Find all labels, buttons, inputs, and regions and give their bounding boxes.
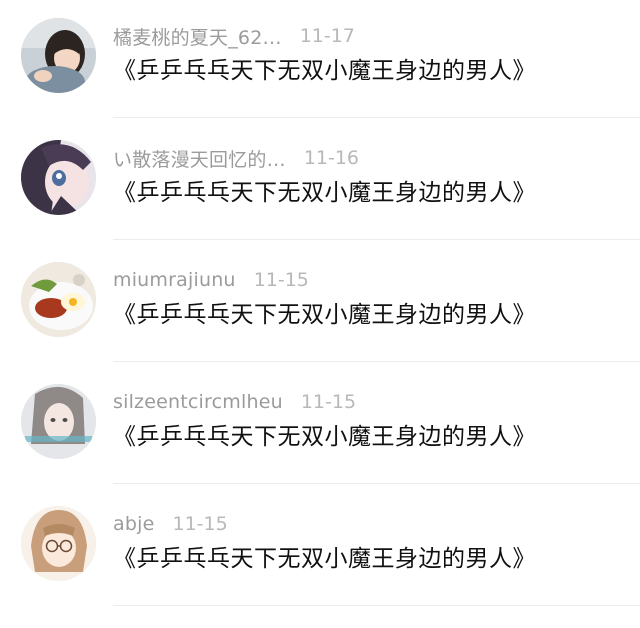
comment-meta: silzeentcircmlheu 11-15 (113, 388, 356, 416)
timestamp: 11-16 (303, 147, 360, 169)
username[interactable]: silzeentcircmlheu (113, 391, 283, 413)
username[interactable]: 橘麦桃的夏天_62… (113, 23, 282, 50)
timestamp: 11-15 (253, 269, 309, 291)
comment-item[interactable]: miumrajiunu 11-15 《乒乒乓乓天下无双小魔王身边的男人》 (0, 262, 640, 384)
comment-meta: 橘麦桃的夏天_62… 11-17 (113, 22, 355, 50)
comment-list: 橘麦桃的夏天_62… 11-17 《乒乒乓乓天下无双小魔王身边的男人》 い散落漫… (0, 0, 640, 625)
divider (113, 605, 640, 606)
cartoon-girl-glasses-avatar-icon[interactable] (21, 506, 96, 581)
food-plate-avatar-icon[interactable] (21, 262, 96, 337)
timestamp: 11-15 (300, 391, 357, 413)
username[interactable]: miumrajiunu (113, 269, 236, 291)
comment-text: 《乒乒乓乓天下无双小魔王身边的男人》 (113, 302, 536, 328)
comment-text: 《乒乒乓乓天下无双小魔王身边的男人》 (113, 58, 536, 84)
comment-text: 《乒乒乓乓天下无双小魔王身边的男人》 (113, 546, 536, 572)
comment-meta: い散落漫天回忆的… 11-16 (113, 144, 359, 172)
divider (113, 117, 640, 118)
divider (113, 239, 640, 240)
timestamp: 11-17 (299, 25, 355, 47)
comment-item[interactable]: silzeentcircmlheu 11-15 《乒乒乓乓天下无双小魔王身边的男… (0, 384, 640, 506)
username[interactable]: abje (113, 513, 154, 535)
girl-photo-avatar-icon[interactable] (21, 18, 96, 93)
timestamp: 11-15 (172, 513, 228, 535)
comment-text: 《乒乒乓乓天下无双小魔王身边的男人》 (113, 180, 536, 206)
username[interactable]: い散落漫天回忆的… (113, 145, 286, 172)
comment-meta: abje 11-15 (113, 510, 228, 538)
girl-portrait-avatar-icon[interactable] (21, 384, 96, 459)
comment-item[interactable]: abje 11-15 《乒乒乓乓天下无双小魔王身边的男人》 (0, 506, 640, 628)
comment-meta: miumrajiunu 11-15 (113, 266, 309, 294)
anime-girl-avatar-icon[interactable] (21, 140, 96, 215)
divider (113, 361, 640, 362)
comment-item[interactable]: 橘麦桃的夏天_62… 11-17 《乒乒乓乓天下无双小魔王身边的男人》 (0, 18, 640, 140)
comment-item[interactable]: い散落漫天回忆的… 11-16 《乒乒乓乓天下无双小魔王身边的男人》 (0, 140, 640, 262)
comment-text: 《乒乒乓乓天下无双小魔王身边的男人》 (113, 424, 536, 450)
divider (113, 483, 640, 484)
